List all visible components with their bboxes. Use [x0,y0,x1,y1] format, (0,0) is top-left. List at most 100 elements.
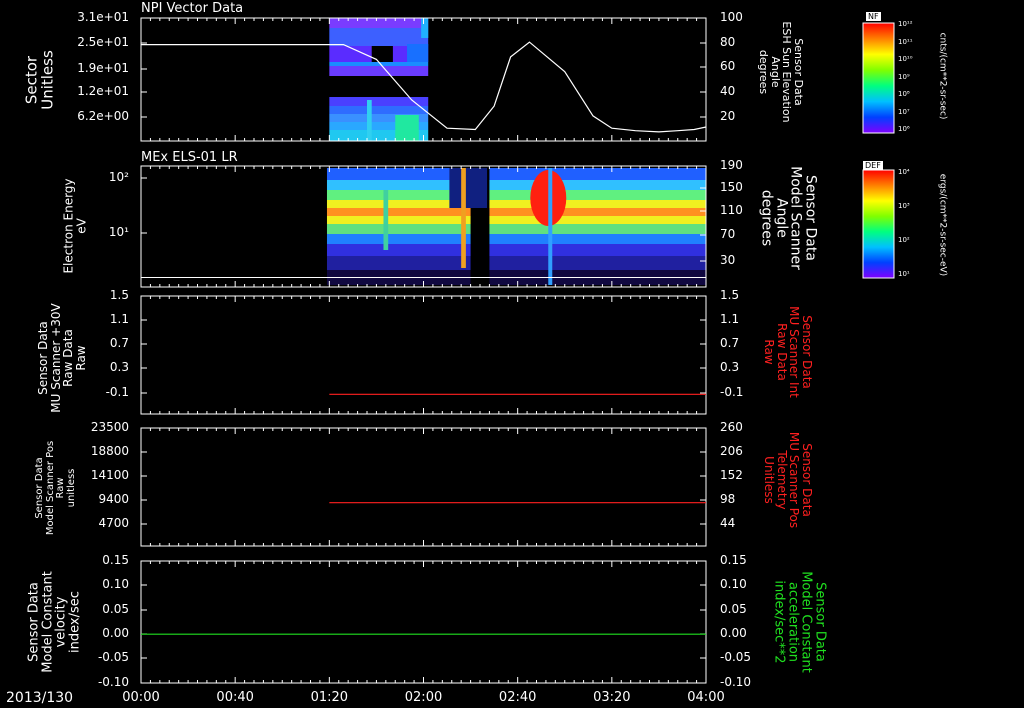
colorbar1-tick-label: 10¹⁰ [898,55,913,63]
colorbar2-units: ergs/(cm**2-sr-sec-eV) [937,173,948,277]
colorbar1-units: cnts/(cm**2-sr-sec) [937,32,948,120]
panel2-spectrogram-band [326,180,706,190]
panel4-right-label: Sensor Data MU Scanner Pos Telemetry Unitl… [762,431,815,529]
panel1-left-tick-label: 2.5e+01 [77,35,129,49]
panel4-left-tick-label: 4700 [98,516,129,530]
panel1-right-tick-label: 100 [720,10,743,24]
panel3-left-tick-label: 0.3 [109,360,129,374]
panel3-right-tick-label: 1.5 [720,288,740,302]
panel5-right-tick-label: 0.10 [720,577,747,591]
time-tick-label: 01:20 [310,690,349,705]
panel2-data-gap [449,168,488,208]
panel1-right-tick-label: 80 [720,35,736,49]
panel5-right-tick-label: 0.00 [720,626,747,640]
plot-canvas [140,17,895,684]
panel1-left-tick-label: 6.2e+00 [77,109,129,123]
panel2-right-label: Sensor Data Model Scanner Angle degrees [758,166,819,270]
panel1-spectrogram-band [329,18,429,28]
colorbar2-tick-label: 10³ [898,202,910,210]
panel1-left-tick-label: 1.2e+01 [77,84,129,98]
colorbar1-tick-label: 10¹² [898,20,913,28]
panel3-left-tick-label: 0.7 [109,336,129,350]
panel5-left-tick-label: -0.05 [97,650,129,664]
panel1-spectrogram-band [329,106,429,114]
panel3-right-label: Sensor Data MU Scanner Int Raw Data Raw [762,306,815,398]
colorbar2-tick-label: 10⁴ [898,168,910,176]
panel1-right-tick-label: 40 [720,84,736,98]
panel5-right-tick-label: -0.10 [720,675,752,689]
panel5-right-tick-label: 0.05 [720,602,747,616]
panel2-right-tick-label: 150 [720,180,743,194]
panel1-spectrogram-patch [367,100,372,141]
panel1-right-tick-label: 20 [720,109,736,123]
panel2-title: MEx ELS-01 LR [141,150,238,165]
panel3-left-tick-label: 1.5 [109,288,129,302]
colorbar1-tick-label: 10¹¹ [898,37,913,46]
panel4-right-tick-label: 44 [720,516,736,530]
time-tick-label: 02:00 [404,690,443,705]
panel2-left-tick-label: 10¹ [108,225,129,239]
panel4-left-tick-label: 23500 [90,420,129,434]
time-tick-label: 02:40 [498,690,537,705]
colorbar2-tick-label: 10² [898,236,910,244]
panel3-left-tick-label: 1.1 [109,312,129,326]
panel2-right-tick-label: 190 [720,158,743,172]
panel1-right-tick-label: 60 [720,59,736,73]
panel3-frame [140,295,707,415]
time-tick-label: 04:00 [687,690,725,705]
panel3-right-tick-label: -0.1 [720,385,744,399]
colorbar1 [862,22,895,134]
panel2-spectrogram-band [326,256,706,270]
panel4-right-tick-label: 206 [720,444,743,458]
panel1-data-gap [371,46,393,62]
panel5-right-tick-label: -0.05 [720,650,752,664]
panel1-spectrogram [329,18,429,141]
colorbar2-tick-label: 10¹ [898,270,910,278]
panel4-left-tick-label: 14100 [90,468,129,482]
panel4-left-tick-label: 18800 [90,444,129,458]
panel5-frame [140,560,707,684]
panel5-left-tick-label: 0.05 [102,602,129,616]
panel5-left-tick-label: -0.10 [97,675,129,689]
panel3-right-tick-label: 0.3 [720,360,740,374]
panel4-right-tick-label: 98 [720,492,736,506]
panel5-left-tick-label: 0.15 [102,553,129,567]
panel4-right-tick-label: 260 [720,420,743,434]
time-tick-label: 00:00 [122,690,160,705]
colorbar2-label: DEF [863,161,883,170]
panel1-spectrogram-band [329,76,429,97]
colorbar1-tick-label: 10⁷ [898,107,910,116]
time-tick-label: 03:20 [593,690,631,705]
panel2-spectrogram-spike [383,190,389,250]
panel2-spectrogram-spike [548,168,553,285]
panel1-spectrogram-band [329,66,429,76]
panel1-title: NPI Vector Data [141,1,244,16]
panel2-spectrogram-spike [461,168,466,268]
panel2-left-tick-label: 10² [108,170,129,184]
panel4-left-tick-label: 9400 [98,492,129,506]
colorbar1-tick-label: 10⁶ [898,125,910,133]
panel1-left-tick-label: 1.9e+01 [77,61,129,75]
panel3-left-tick-label: -0.1 [105,385,129,399]
panel1-spectrogram-patch [395,115,419,141]
panel4-frame [140,427,707,547]
time-tick-label: 00:40 [216,690,254,705]
panel2-right-tick-label: 30 [720,253,736,267]
panel3-right-tick-label: 0.7 [720,336,740,350]
panel5-left-tick-label: 0.10 [102,577,129,591]
colorbar1-tick-label: 10⁹ [898,72,910,81]
panel3-right-tick-label: 1.1 [720,312,740,326]
date-label: 2013/130 [6,690,74,706]
panel5-right-label: Sensor Data Model Constant acceleration in… [771,571,828,673]
panel2-right-tick-label: 70 [720,227,736,241]
panel1-left-label: Sector Unitless [22,50,56,110]
panel1-spectrogram-patch [407,44,429,62]
panel2-right-tick-label: 110 [720,203,743,217]
panel2-spectrogram-band [326,168,706,180]
panel2-spectrogram [326,168,706,285]
panel5-right-tick-label: 0.15 [720,553,747,567]
panel1-right-label: Sensor Data ESH Sun Elevation Angle degree… [757,21,806,123]
stacked-time-series-plot: NPI Vector Data MEx ELS-01 LR Sector Unit… [0,0,1024,708]
panel5-left-tick-label: 0.00 [102,626,129,640]
panel4-right-tick-label: 152 [720,468,743,482]
